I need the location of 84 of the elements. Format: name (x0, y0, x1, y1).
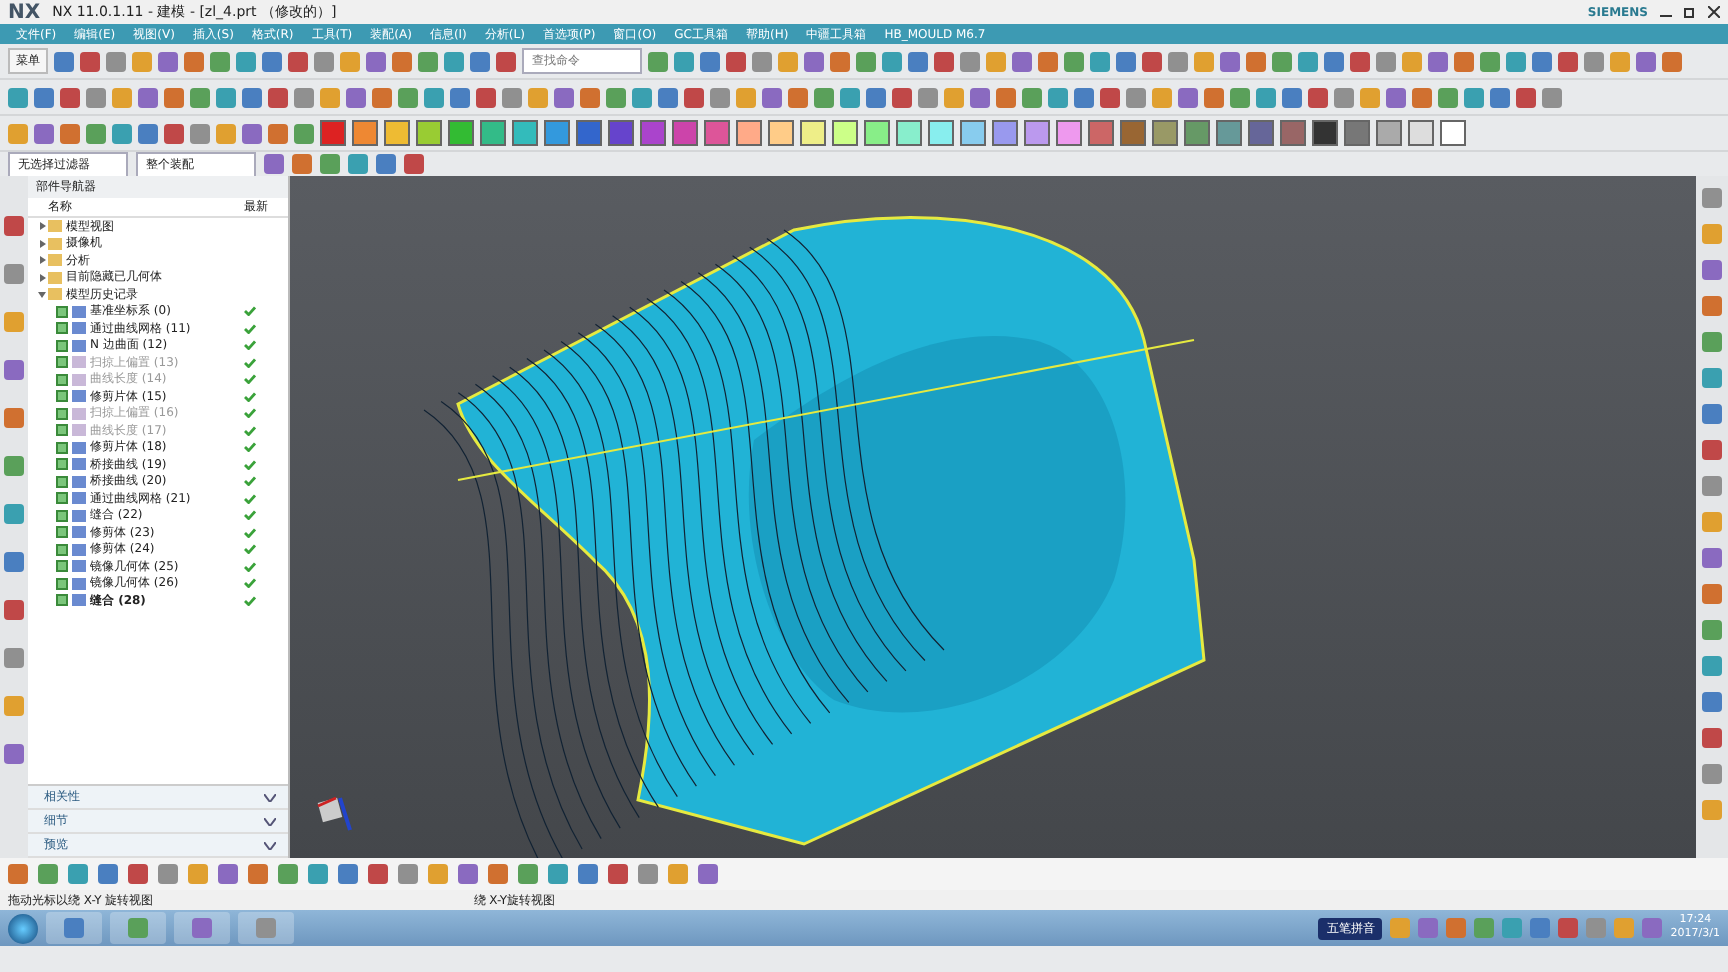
feature-checkbox[interactable] (56, 322, 68, 335)
tray-icon[interactable] (1558, 918, 1579, 938)
color-swatch[interactable] (640, 120, 666, 146)
app-logo: NX (8, 1, 41, 23)
taskbar-app-icon[interactable] (46, 912, 102, 944)
resource-tab-icon[interactable] (4, 744, 24, 764)
color-swatch[interactable] (672, 120, 698, 146)
expand-icon[interactable] (36, 220, 48, 233)
color-swatch[interactable] (1344, 120, 1370, 146)
resource-tab-icon[interactable] (4, 648, 24, 668)
feature-checkbox[interactable] (56, 441, 68, 454)
tray-icon[interactable] (1418, 918, 1439, 938)
feature-checkbox[interactable] (56, 458, 68, 471)
color-swatch[interactable] (608, 120, 634, 146)
resource-tab-icon[interactable] (4, 408, 24, 428)
expand-icon[interactable] (36, 254, 48, 267)
color-swatch[interactable] (352, 120, 378, 146)
color-swatch[interactable] (1280, 120, 1306, 146)
expand-icon[interactable] (36, 271, 48, 284)
color-swatch[interactable] (1120, 120, 1146, 146)
color-swatch[interactable] (1248, 120, 1274, 146)
feature-checkbox[interactable] (56, 339, 68, 352)
color-swatch[interactable] (1056, 120, 1082, 146)
chevron-icon (264, 793, 276, 801)
close-icon[interactable] (1708, 6, 1720, 18)
resource-tab-icon[interactable] (4, 216, 24, 236)
color-swatch[interactable] (480, 120, 506, 146)
color-swatch[interactable] (544, 120, 570, 146)
graphics-viewport[interactable] (290, 176, 1696, 858)
resource-tab-icon[interactable] (4, 696, 24, 716)
start-button[interactable] (8, 913, 38, 943)
color-swatch[interactable] (1408, 120, 1434, 146)
feature-checkbox[interactable] (56, 390, 68, 403)
taskbar-app-icon[interactable] (174, 912, 230, 944)
taskbar-app-icon[interactable] (110, 912, 166, 944)
tray-icon[interactable] (1446, 918, 1467, 938)
color-swatch[interactable] (992, 120, 1018, 146)
color-swatch[interactable] (928, 120, 954, 146)
resource-tab-icon[interactable] (4, 552, 24, 572)
tray-icon[interactable] (1642, 918, 1663, 938)
color-swatch[interactable] (1376, 120, 1402, 146)
color-swatch[interactable] (1024, 120, 1050, 146)
restore-icon[interactable] (1684, 6, 1696, 18)
color-swatch[interactable] (448, 120, 474, 146)
feature-checkbox[interactable] (56, 526, 68, 539)
feature-checkbox[interactable] (56, 577, 68, 590)
feature-checkbox[interactable] (56, 560, 68, 573)
collapse-icon[interactable] (36, 288, 48, 301)
color-swatch[interactable] (512, 120, 538, 146)
feature-checkbox[interactable] (56, 305, 68, 318)
color-swatch[interactable] (384, 120, 410, 146)
color-swatch[interactable] (896, 120, 922, 146)
feature-checkbox[interactable] (56, 492, 68, 505)
color-swatch[interactable] (576, 120, 602, 146)
color-swatch[interactable] (800, 120, 826, 146)
feature-checkbox[interactable] (56, 594, 68, 607)
taskbar-app-icon[interactable] (238, 912, 294, 944)
color-swatch[interactable] (736, 120, 762, 146)
color-swatch[interactable] (864, 120, 890, 146)
resource-tab-icon[interactable] (4, 360, 24, 380)
color-swatch[interactable] (1184, 120, 1210, 146)
resource-tab-icon[interactable] (4, 312, 24, 332)
expand-icon[interactable] (36, 237, 48, 250)
resource-tab-icon[interactable] (4, 600, 24, 620)
color-swatch[interactable] (1088, 120, 1114, 146)
color-swatch[interactable] (832, 120, 858, 146)
feature-checkbox[interactable] (56, 543, 68, 556)
resource-tab-icon[interactable] (4, 456, 24, 476)
resource-tab-icon[interactable] (4, 504, 24, 524)
feature-checkbox[interactable] (56, 475, 68, 488)
color-swatch[interactable] (960, 120, 986, 146)
color-swatch[interactable] (1440, 120, 1466, 146)
tray-icon[interactable] (1530, 918, 1551, 938)
chevron-icon (264, 817, 276, 825)
color-swatch[interactable] (704, 120, 730, 146)
color-swatch[interactable] (768, 120, 794, 146)
feature-checkbox[interactable] (56, 509, 68, 522)
chevron-icon (264, 841, 276, 849)
color-swatch[interactable] (1152, 120, 1178, 146)
color-swatch[interactable] (320, 120, 346, 146)
color-swatch[interactable] (1312, 120, 1338, 146)
color-swatch[interactable] (416, 120, 442, 146)
resource-tab-icon[interactable] (4, 264, 24, 284)
color-swatch[interactable] (1216, 120, 1242, 146)
